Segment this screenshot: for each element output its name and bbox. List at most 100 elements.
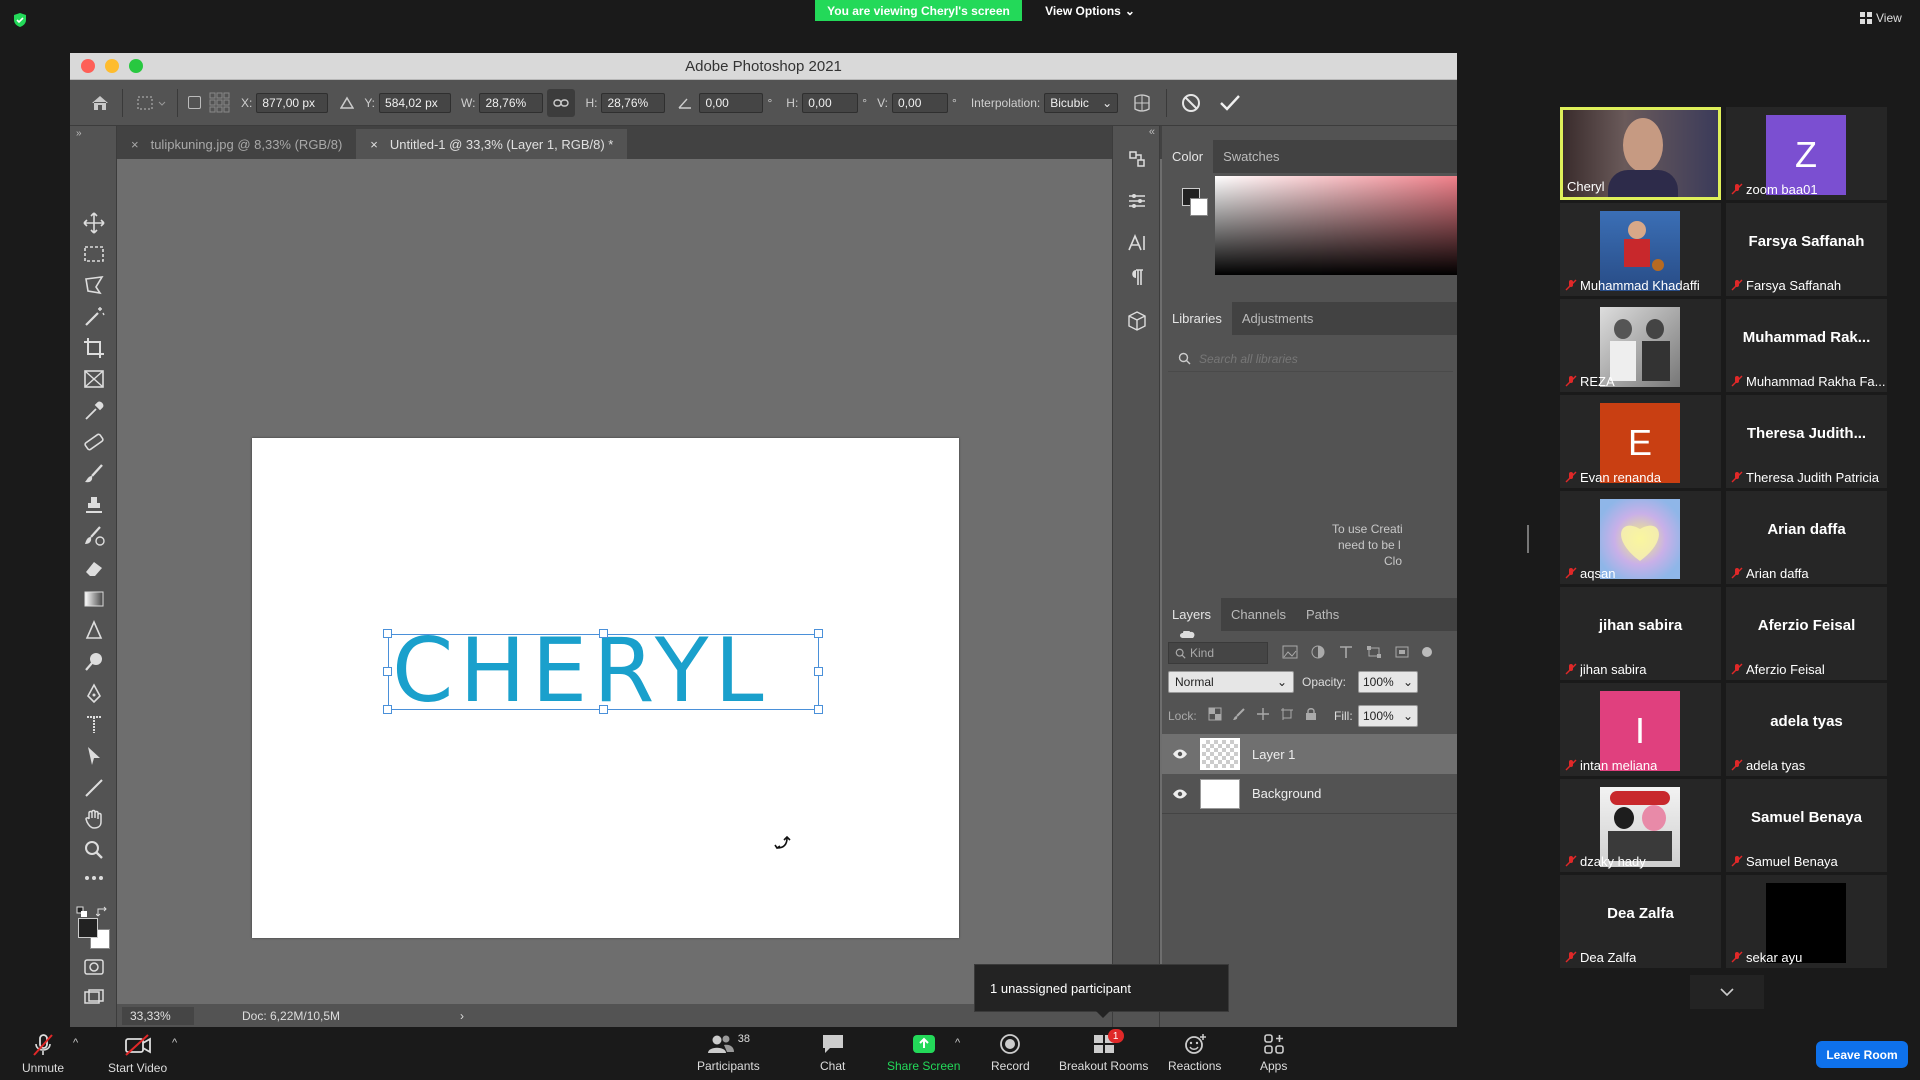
- participant-tile[interactable]: Theresa Judith... Theresa Judith Patrici…: [1726, 395, 1887, 488]
- layer-row[interactable]: Layer 1: [1162, 734, 1457, 774]
- tab-channels[interactable]: Channels: [1221, 598, 1296, 631]
- unmute-button[interactable]: Unmute: [22, 1033, 64, 1075]
- participant-tile[interactable]: Aferzio Feisal Aferzio Feisal: [1726, 587, 1887, 680]
- participant-tile[interactable]: sekar ayu: [1726, 875, 1887, 968]
- move-tool-icon[interactable]: [82, 211, 106, 235]
- lock-all-icon[interactable]: [1304, 707, 1318, 721]
- delta-icon[interactable]: [340, 96, 355, 110]
- lock-pixels-icon[interactable]: [1232, 707, 1246, 721]
- participant-tile[interactable]: Farsya Saffanah Farsya Saffanah: [1726, 203, 1887, 296]
- participant-tile[interactable]: aqsan: [1560, 491, 1721, 584]
- healing-brush-tool-icon[interactable]: [82, 430, 106, 454]
- transform-bounding-box[interactable]: CHERYL: [383, 626, 823, 716]
- lock-artboard-icon[interactable]: [1280, 707, 1294, 721]
- canvas-area[interactable]: CHERYL: [117, 159, 1162, 1004]
- close-tab-icon[interactable]: ×: [131, 137, 139, 152]
- record-button[interactable]: Record: [991, 1033, 1030, 1073]
- share-screen-button[interactable]: Share Screen: [887, 1033, 960, 1073]
- leave-room-button[interactable]: Leave Room: [1816, 1041, 1908, 1068]
- history-brush-tool-icon[interactable]: [82, 524, 106, 548]
- participant-tile[interactable]: Muhammad Khadaffi: [1560, 203, 1721, 296]
- apps-button[interactable]: Apps: [1260, 1033, 1287, 1073]
- type-filter-icon[interactable]: [1338, 645, 1354, 659]
- shape-filter-icon[interactable]: [1366, 645, 1382, 659]
- tab-adjustments[interactable]: Adjustments: [1232, 302, 1324, 335]
- character-icon[interactable]: [1126, 232, 1148, 254]
- height-field[interactable]: 28,76%: [601, 92, 666, 113]
- close-tab-icon[interactable]: ×: [370, 137, 378, 152]
- layer-row[interactable]: Background: [1162, 774, 1457, 814]
- participant-tile[interactable]: jihan sabira jihan sabira: [1560, 587, 1721, 680]
- line-tool-icon[interactable]: [82, 776, 106, 800]
- participant-tile[interactable]: Dea Zalfa Dea Zalfa: [1560, 875, 1721, 968]
- 3d-icon[interactable]: [1126, 310, 1148, 332]
- collapse-panels-icon[interactable]: «: [1149, 126, 1155, 138]
- chat-button[interactable]: Chat: [820, 1033, 845, 1073]
- v-skew-field[interactable]: 0,00: [892, 92, 949, 113]
- panel-resize-handle[interactable]: [1527, 525, 1529, 553]
- transform-handle[interactable]: [383, 667, 392, 676]
- smart-object-filter-icon[interactable]: [1394, 645, 1410, 659]
- tab-untitled-1[interactable]: × Untitled-1 @ 33,3% (Layer 1, RGB/8) *: [356, 129, 628, 159]
- breakout-rooms-button[interactable]: 1 Breakout Rooms: [1059, 1029, 1148, 1073]
- fill-field[interactable]: 100% ⌄: [1358, 705, 1418, 727]
- warp-icon[interactable]: [1132, 93, 1152, 113]
- chevron-down-icon[interactable]: ⌄: [1403, 675, 1413, 689]
- participant-tile[interactable]: dzaky hady: [1560, 779, 1721, 872]
- reference-point-checkbox[interactable]: [188, 96, 201, 109]
- swap-colors-icon[interactable]: [96, 906, 110, 918]
- transform-handle[interactable]: [383, 705, 392, 714]
- tab-tulipkuning[interactable]: × tulipkuning.jpg @ 8,33% (RGB/8): [117, 129, 356, 159]
- filter-toggle[interactable]: [1422, 647, 1432, 657]
- participant-tile[interactable]: Cheryl: [1560, 107, 1721, 200]
- magic-wand-tool-icon[interactable]: [82, 305, 106, 329]
- pen-tool-icon[interactable]: [82, 682, 106, 706]
- history-icon[interactable]: [1126, 148, 1148, 170]
- link-aspect-button[interactable]: [547, 88, 576, 117]
- zoom-level[interactable]: 33,33%: [122, 1006, 194, 1025]
- participant-tile[interactable]: Samuel Benaya Samuel Benaya: [1726, 779, 1887, 872]
- transform-handle[interactable]: [814, 705, 823, 714]
- tab-layers[interactable]: Layers: [1162, 598, 1222, 631]
- paragraph-icon[interactable]: [1126, 266, 1148, 288]
- status-menu-icon[interactable]: ›: [460, 1009, 464, 1023]
- eyedropper-tool-icon[interactable]: [82, 399, 106, 423]
- tab-libraries[interactable]: Libraries: [1162, 302, 1232, 335]
- dodge-tool-icon[interactable]: [82, 650, 106, 674]
- properties-icon[interactable]: [1126, 190, 1148, 212]
- marquee-tool-icon[interactable]: [82, 242, 106, 266]
- lock-transparent-icon[interactable]: [1208, 707, 1222, 721]
- video-options-caret-icon[interactable]: ^: [172, 1037, 177, 1049]
- cancel-transform-icon[interactable]: [1181, 93, 1201, 113]
- tab-swatches[interactable]: Swatches: [1213, 140, 1289, 173]
- library-search[interactable]: Search all libraries: [1168, 346, 1453, 372]
- start-video-button[interactable]: Start Video: [108, 1033, 167, 1075]
- reactions-button[interactable]: Reactions: [1168, 1033, 1221, 1073]
- crop-tool-icon[interactable]: [82, 336, 106, 360]
- participant-tile[interactable]: I intan meliana: [1560, 683, 1721, 776]
- transform-handle[interactable]: [599, 705, 608, 714]
- clone-stamp-tool-icon[interactable]: [82, 493, 106, 517]
- participant-tile[interactable]: E Evan renanda: [1560, 395, 1721, 488]
- brush-tool-icon[interactable]: [82, 462, 106, 486]
- eye-icon[interactable]: [1172, 789, 1188, 799]
- type-tool-icon[interactable]: [82, 713, 106, 737]
- blend-mode-select[interactable]: Normal ⌄: [1168, 671, 1294, 693]
- rotate-angle-field[interactable]: 0,00: [699, 92, 764, 113]
- security-shield-icon[interactable]: [12, 12, 28, 28]
- share-options-caret-icon[interactable]: ^: [955, 1037, 960, 1049]
- audio-options-caret-icon[interactable]: ^: [73, 1037, 78, 1049]
- screen-mode-icon[interactable]: [83, 988, 105, 1006]
- home-icon[interactable]: [90, 94, 110, 112]
- gallery-next-page-button[interactable]: [1690, 975, 1764, 1009]
- opacity-field[interactable]: 100% ⌄: [1358, 671, 1418, 693]
- gradient-tool-icon[interactable]: [82, 587, 106, 611]
- eye-icon[interactable]: [1172, 749, 1188, 759]
- participant-tile[interactable]: adela tyas adela tyas: [1726, 683, 1887, 776]
- x-position-field[interactable]: 877,00 px: [256, 92, 329, 113]
- view-options-button[interactable]: View Options ⌄: [1040, 0, 1140, 21]
- adjustment-filter-icon[interactable]: [1310, 645, 1326, 659]
- tab-paths[interactable]: Paths: [1296, 598, 1349, 631]
- participants-button[interactable]: 38 Participants: [697, 1033, 760, 1073]
- participant-tile[interactable]: Z zoom baa01: [1726, 107, 1887, 200]
